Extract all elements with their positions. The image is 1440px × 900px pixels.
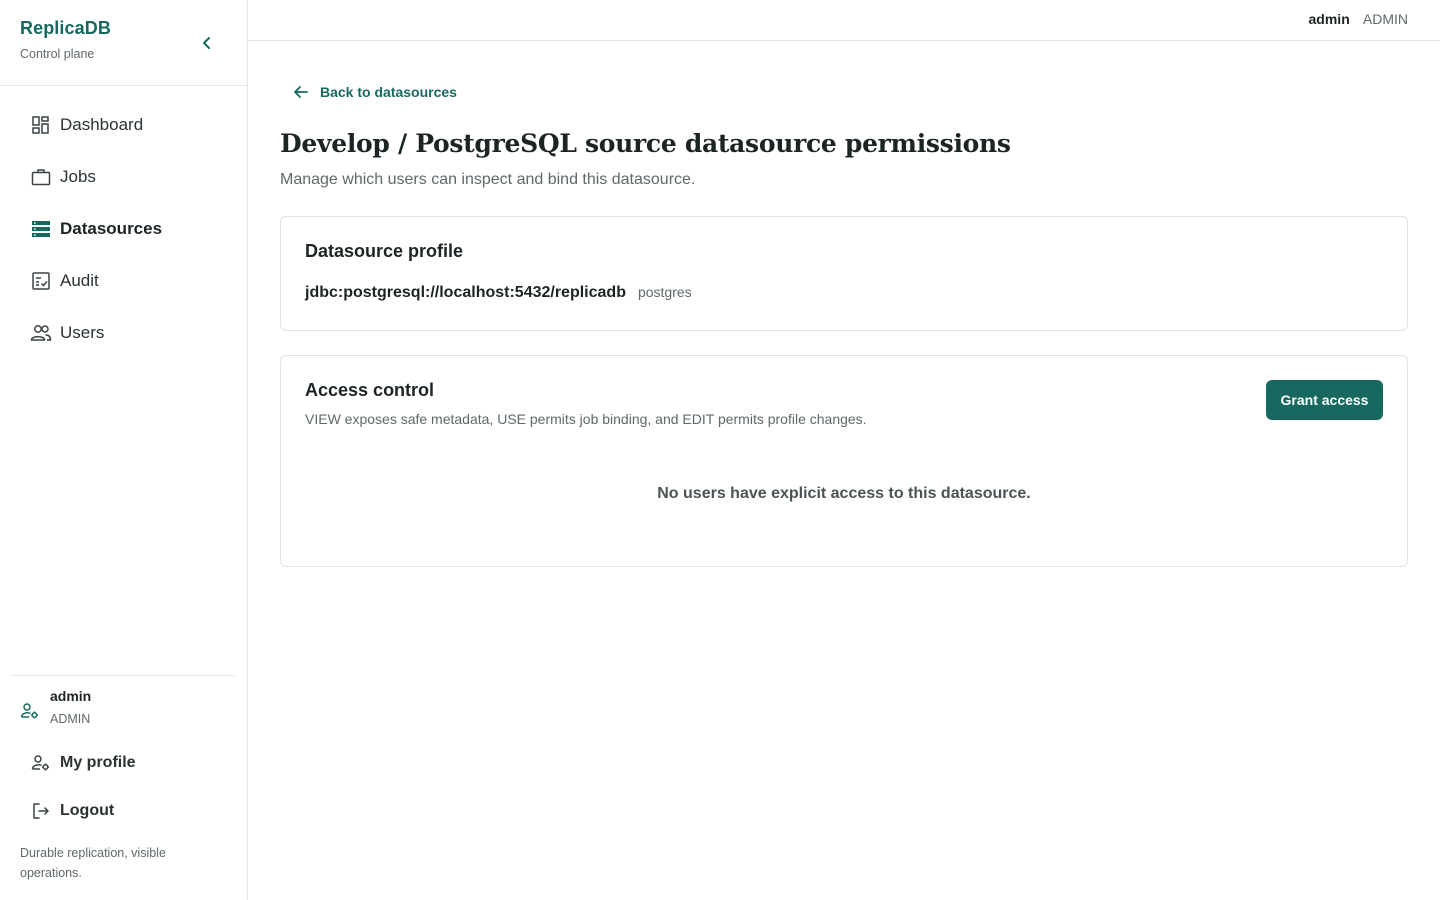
back-to-datasources-link[interactable]: Back to datasources xyxy=(292,83,457,101)
brand-name[interactable]: ReplicaDB xyxy=(20,18,111,39)
sidebar-item-label: Logout xyxy=(60,802,115,819)
sidebar-item-jobs[interactable]: Jobs xyxy=(20,158,230,196)
sidebar-item-datasources[interactable]: Datasources xyxy=(20,210,230,248)
sidebar-user-name: admin xyxy=(50,688,92,704)
sidebar-item-label: Users xyxy=(60,323,105,342)
user-settings-icon xyxy=(30,752,52,774)
dashboard-icon xyxy=(30,114,52,136)
topbar-user-name: admin xyxy=(1308,11,1350,27)
sidebar-item-audit[interactable]: Audit xyxy=(20,262,230,300)
audit-checklist-icon xyxy=(30,270,52,292)
topbar-user: admin ADMIN xyxy=(1309,11,1408,27)
datasource-username: postgres xyxy=(637,284,692,300)
briefcase-icon xyxy=(30,166,52,188)
sidebar-tagline: Durable replication, visible operations. xyxy=(20,846,166,880)
sidebar-item-label: Dashboard xyxy=(60,115,144,134)
profile-details: jdbc:postgresql://localhost:5432/replica… xyxy=(305,284,692,302)
logout-icon xyxy=(30,800,52,822)
sidebar-item-my-profile[interactable]: My profile xyxy=(20,744,230,782)
sidebar-user: admin ADMIN xyxy=(20,688,91,726)
user-settings-icon xyxy=(20,701,40,721)
datasource-profile-card: Datasource profile jdbc:postgresql://loc… xyxy=(280,216,1408,331)
users-icon xyxy=(30,322,52,344)
sidebar-bottom-nav: My profile Logout xyxy=(20,744,230,840)
page-subtitle: Manage which users can inspect and bind … xyxy=(280,171,696,188)
sidebar-item-label: Jobs xyxy=(60,167,96,186)
datasource-url: jdbc:postgresql://localhost:5432/replica… xyxy=(305,284,626,301)
sidebar-item-label: My profile xyxy=(60,754,136,771)
sidebar-nav: Dashboard Jobs Datasources Audit Users xyxy=(20,106,230,366)
page-title: Develop / PostgreSQL source datasource p… xyxy=(280,129,1011,158)
back-link-label: Back to datasources xyxy=(320,84,457,100)
sidebar-divider xyxy=(11,675,235,676)
chevron-left-icon xyxy=(203,37,210,49)
sidebar-item-label: Audit xyxy=(60,271,99,290)
arrow-left-icon xyxy=(294,86,308,98)
sidebar-user-role: ADMIN xyxy=(50,712,91,726)
card-title: Access control xyxy=(305,380,435,400)
sidebar-item-users[interactable]: Users xyxy=(20,314,230,352)
brand-subtitle: Control plane xyxy=(20,47,95,61)
topbar: admin ADMIN xyxy=(248,0,1440,41)
database-list-icon xyxy=(30,218,52,240)
sidebar: ReplicaDB Control plane Dashboard Jobs D… xyxy=(0,0,248,900)
access-description: VIEW exposes safe metadata, USE permits … xyxy=(305,411,867,427)
access-control-card: Access control VIEW exposes safe metadat… xyxy=(280,355,1408,567)
sidebar-item-label: Datasources xyxy=(60,219,163,238)
empty-state-message: No users have explicit access to this da… xyxy=(657,485,1031,502)
grant-access-button[interactable]: Grant access xyxy=(1266,380,1383,420)
card-title: Datasource profile xyxy=(305,241,464,261)
sidebar-item-logout[interactable]: Logout xyxy=(20,792,230,830)
topbar-user-role: ADMIN xyxy=(1362,11,1408,27)
sidebar-divider xyxy=(0,85,247,86)
sidebar-item-dashboard[interactable]: Dashboard xyxy=(20,106,230,144)
brand: ReplicaDB Control plane xyxy=(20,18,111,61)
collapse-sidebar-button[interactable] xyxy=(196,32,218,54)
